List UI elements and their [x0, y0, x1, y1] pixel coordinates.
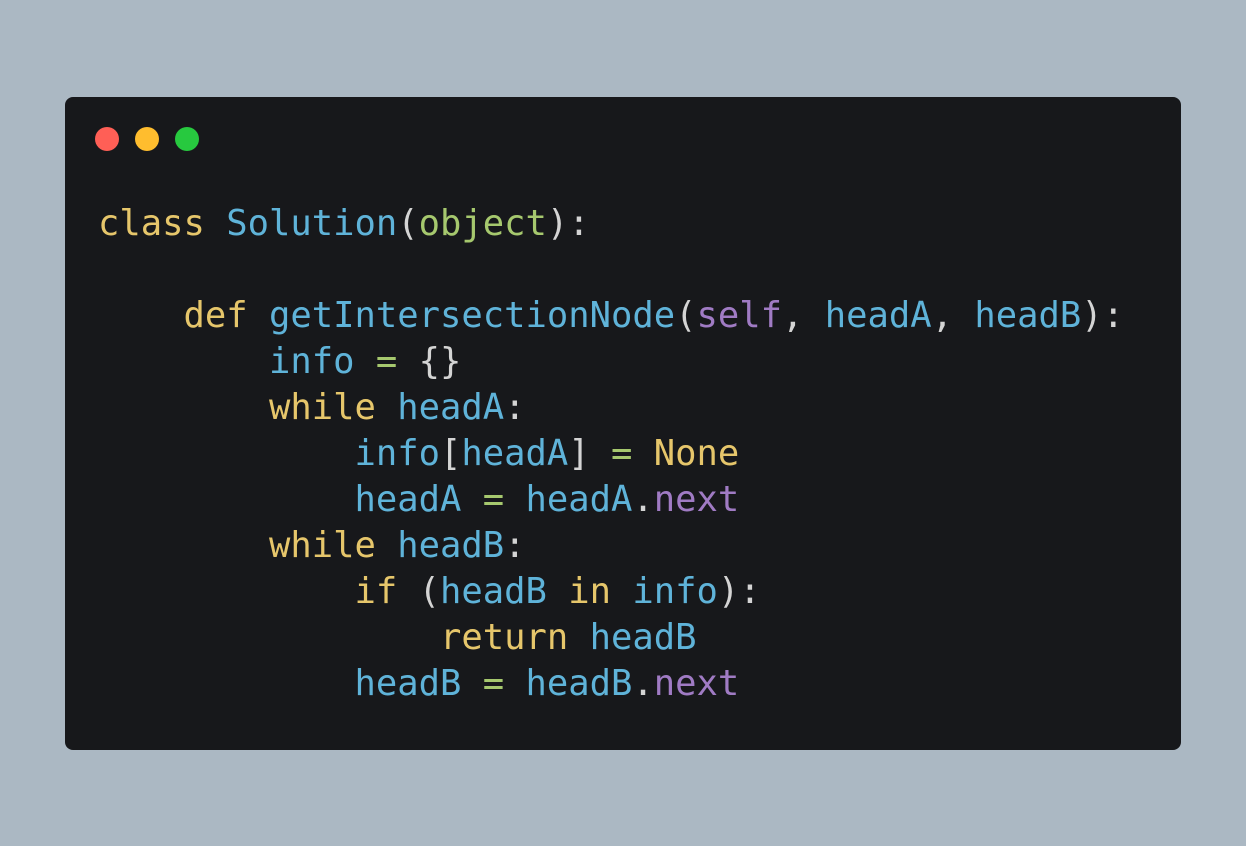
code-token: headA	[824, 295, 932, 336]
code-line: info = {}	[98, 339, 1124, 385]
close-dot-icon[interactable]	[95, 127, 119, 151]
code-token: =	[482, 479, 505, 520]
code-token: headA	[354, 479, 462, 520]
code-token: Solution	[226, 203, 398, 244]
code-token: headB	[974, 295, 1082, 336]
code-token: (	[397, 571, 440, 612]
code-line: def getIntersectionNode(self, headA, hea…	[98, 293, 1124, 339]
code-token: headA	[397, 387, 505, 428]
code-token: next	[653, 663, 740, 704]
code-token: .	[632, 663, 654, 704]
code-line: info[headA] = None	[98, 431, 1124, 477]
code-token: headA	[461, 433, 569, 474]
code-line: class Solution(object):	[98, 201, 1124, 247]
code-token: info	[354, 433, 440, 474]
code-token: self	[696, 295, 782, 336]
code-token: (	[675, 295, 697, 336]
code-token: info	[268, 341, 355, 382]
code-token: info	[632, 571, 718, 612]
maximize-dot-icon[interactable]	[175, 127, 199, 151]
code-line: while headB:	[98, 523, 1124, 569]
minimize-dot-icon[interactable]	[135, 127, 159, 151]
code-line: headA = headA.next	[98, 477, 1124, 523]
code-token: headB	[354, 663, 462, 704]
code-token: while	[268, 387, 376, 428]
code-token: object	[418, 203, 547, 244]
code-token: .	[632, 479, 654, 520]
code-token: return	[439, 617, 569, 658]
code-token: if	[354, 571, 398, 612]
code-token: getIntersectionNode	[269, 295, 676, 336]
code-token: =	[482, 663, 505, 704]
code-token: ):	[546, 203, 590, 244]
code-token: while	[268, 525, 376, 566]
code-token: =	[375, 341, 398, 382]
code-token: ):	[717, 571, 761, 612]
code-token: headB	[439, 571, 547, 612]
code-token: None	[653, 433, 740, 474]
code-token: (	[397, 203, 419, 244]
code-token: ,	[931, 295, 975, 336]
code-token: :	[504, 387, 526, 428]
code-line: return headB	[98, 615, 1124, 661]
code-token: next	[653, 479, 740, 520]
code-token: {}	[397, 341, 462, 382]
code-line: if (headB in info):	[98, 569, 1124, 615]
code-block: class Solution(object): def getIntersect…	[98, 201, 1124, 707]
code-token: [	[439, 433, 462, 474]
code-token: def	[183, 295, 248, 336]
code-token: in	[568, 571, 611, 612]
code-token: headB	[397, 525, 505, 566]
code-token: ]	[568, 433, 611, 474]
code-token: headB	[525, 663, 633, 704]
code-token: headA	[525, 479, 633, 520]
code-token: ):	[1081, 295, 1124, 336]
code-token: class	[98, 203, 205, 244]
code-token: =	[610, 433, 633, 474]
code-line: while headA:	[98, 385, 1124, 431]
code-token: headB	[589, 617, 697, 658]
code-line: headB = headB.next	[98, 661, 1124, 707]
code-token: :	[504, 525, 526, 566]
code-token: ,	[781, 295, 825, 336]
